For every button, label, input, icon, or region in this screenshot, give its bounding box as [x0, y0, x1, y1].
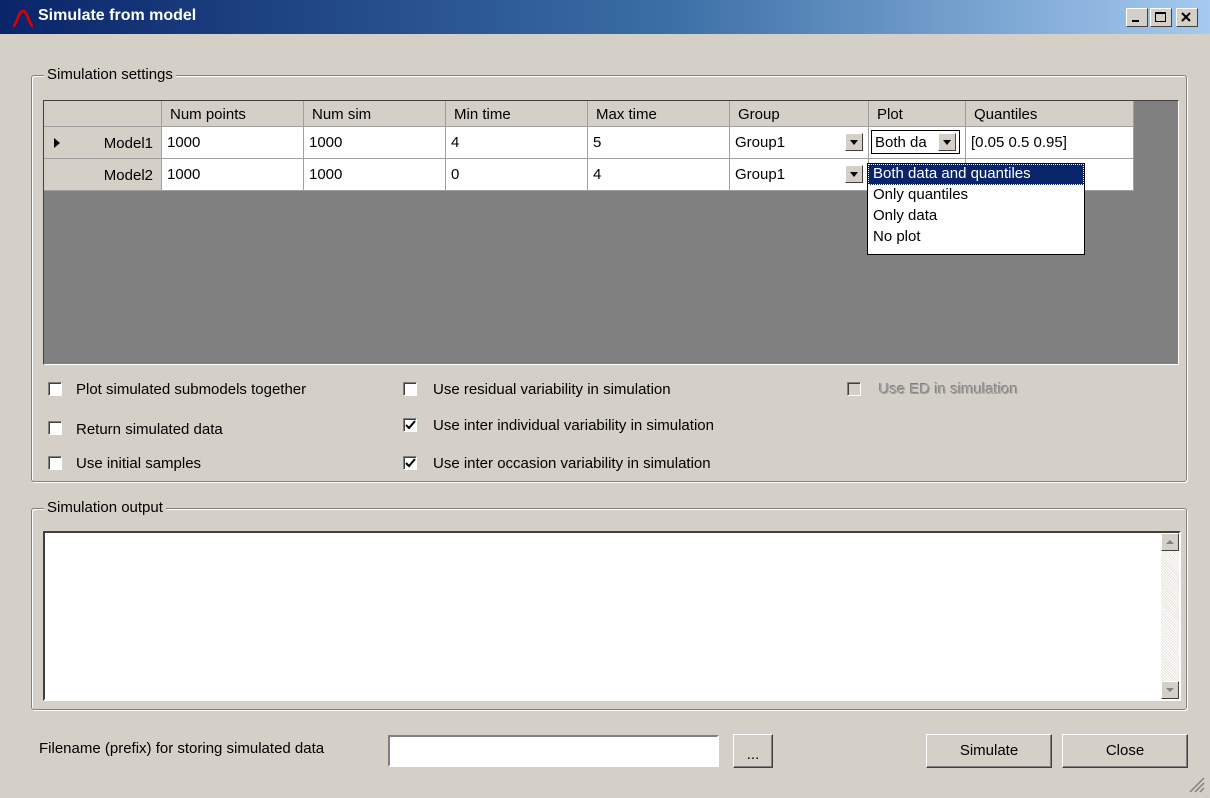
- inter-individual-variability-checkbox[interactable]: [403, 418, 417, 432]
- column-header-quantiles[interactable]: Quantiles: [966, 101, 1134, 127]
- column-header-plot[interactable]: Plot: [869, 101, 966, 127]
- cell-group[interactable]: Group1: [730, 127, 869, 159]
- scroll-down-button[interactable]: [1161, 681, 1179, 699]
- plot-option-only-data[interactable]: Only data: [868, 206, 1084, 227]
- cell-min-time[interactable]: 0: [446, 159, 588, 191]
- checkmark-icon: [405, 458, 416, 468]
- plot-combobox[interactable]: Both da: [871, 130, 960, 154]
- close-window-button[interactable]: [1176, 8, 1198, 27]
- simulate-button[interactable]: Simulate: [926, 734, 1052, 768]
- minimize-icon: [1132, 20, 1139, 22]
- grid-corner-header: [44, 101, 162, 127]
- cell-num-sim[interactable]: 1000: [304, 159, 446, 191]
- inter-occasion-variability-label[interactable]: Use inter occasion variability in simula…: [433, 455, 711, 472]
- plot-value: Both da: [875, 134, 927, 151]
- cell-max-time[interactable]: 5: [588, 127, 730, 159]
- column-header-group[interactable]: Group: [730, 101, 869, 127]
- close-icon: [1181, 12, 1191, 22]
- cell-plot[interactable]: Both da: [869, 127, 966, 159]
- cell-num-points[interactable]: 1000: [162, 127, 304, 159]
- arrow-down-icon: [1166, 688, 1174, 692]
- cell-quantiles[interactable]: [0.05 0.5 0.95]: [966, 127, 1134, 159]
- row-label: Model2: [103, 167, 153, 184]
- plot-option-both[interactable]: Both data and quantiles: [868, 164, 1084, 185]
- plot-submodels-together-label[interactable]: Plot simulated submodels together: [76, 381, 306, 398]
- filename-label: Filename (prefix) for storing simulated …: [39, 740, 325, 757]
- row-label: Model1: [103, 135, 153, 152]
- column-header-min-time[interactable]: Min time: [446, 101, 588, 127]
- cell-num-points[interactable]: 1000: [162, 159, 304, 191]
- residual-variability-checkbox[interactable]: [403, 382, 417, 396]
- group-dropdown-button[interactable]: [845, 165, 863, 183]
- cell-num-sim[interactable]: 1000: [304, 127, 446, 159]
- filename-input[interactable]: [388, 735, 719, 767]
- plot-submodels-together-checkbox[interactable]: [48, 382, 62, 396]
- maximize-icon: [1155, 12, 1166, 22]
- simulation-settings-label: Simulation settings: [44, 66, 176, 83]
- scroll-up-button[interactable]: [1161, 533, 1179, 551]
- plot-option-only-quantiles[interactable]: Only quantiles: [868, 185, 1084, 206]
- use-ed-label: Use ED in simulation: [879, 381, 1019, 398]
- simulation-output-textarea[interactable]: [43, 531, 1181, 701]
- group-dropdown-button[interactable]: [845, 133, 863, 151]
- column-header-num-sim[interactable]: Num sim: [304, 101, 446, 127]
- title-bar[interactable]: Simulate from model: [0, 0, 1210, 34]
- cell-min-time[interactable]: 4: [446, 127, 588, 159]
- column-header-num-points[interactable]: Num points: [162, 101, 304, 127]
- use-initial-samples-label[interactable]: Use initial samples: [76, 455, 201, 472]
- arrow-up-icon: [1166, 540, 1174, 544]
- plot-option-no-plot[interactable]: No plot: [868, 227, 1084, 248]
- browse-button[interactable]: ...: [733, 734, 773, 768]
- simulation-output-label: Simulation output: [44, 499, 166, 516]
- cell-max-time[interactable]: 4: [588, 159, 730, 191]
- residual-variability-label[interactable]: Use residual variability in simulation: [433, 381, 671, 398]
- minimize-button[interactable]: [1126, 8, 1148, 27]
- app-icon: [12, 9, 34, 27]
- column-header-max-time[interactable]: Max time: [588, 101, 730, 127]
- group-value: Group1: [735, 134, 786, 151]
- cell-group[interactable]: Group1: [730, 159, 869, 191]
- group-value: Group1: [735, 166, 786, 183]
- vertical-scrollbar[interactable]: [1161, 533, 1179, 699]
- row-header-model1[interactable]: Model1: [44, 127, 162, 159]
- return-simulated-data-checkbox[interactable]: [48, 421, 62, 435]
- plot-dropdown-button[interactable]: [938, 133, 956, 151]
- window-title: Simulate from model: [38, 7, 197, 24]
- row-header-model2[interactable]: Model2: [44, 159, 162, 191]
- use-initial-samples-checkbox[interactable]: [48, 456, 62, 470]
- use-ed-checkbox[interactable]: [847, 382, 861, 396]
- close-button[interactable]: Close: [1062, 734, 1188, 768]
- plot-dropdown-list[interactable]: Both data and quantiles Only quantiles O…: [867, 163, 1085, 255]
- inter-occasion-variability-checkbox[interactable]: [403, 456, 417, 470]
- return-simulated-data-label[interactable]: Return simulated data: [76, 421, 223, 438]
- maximize-button[interactable]: [1150, 8, 1172, 27]
- inter-individual-variability-label[interactable]: Use inter individual variability in simu…: [433, 417, 714, 434]
- checkmark-icon: [405, 420, 416, 430]
- resize-grip-icon[interactable]: [1186, 774, 1206, 794]
- current-row-arrow-icon: [54, 138, 60, 148]
